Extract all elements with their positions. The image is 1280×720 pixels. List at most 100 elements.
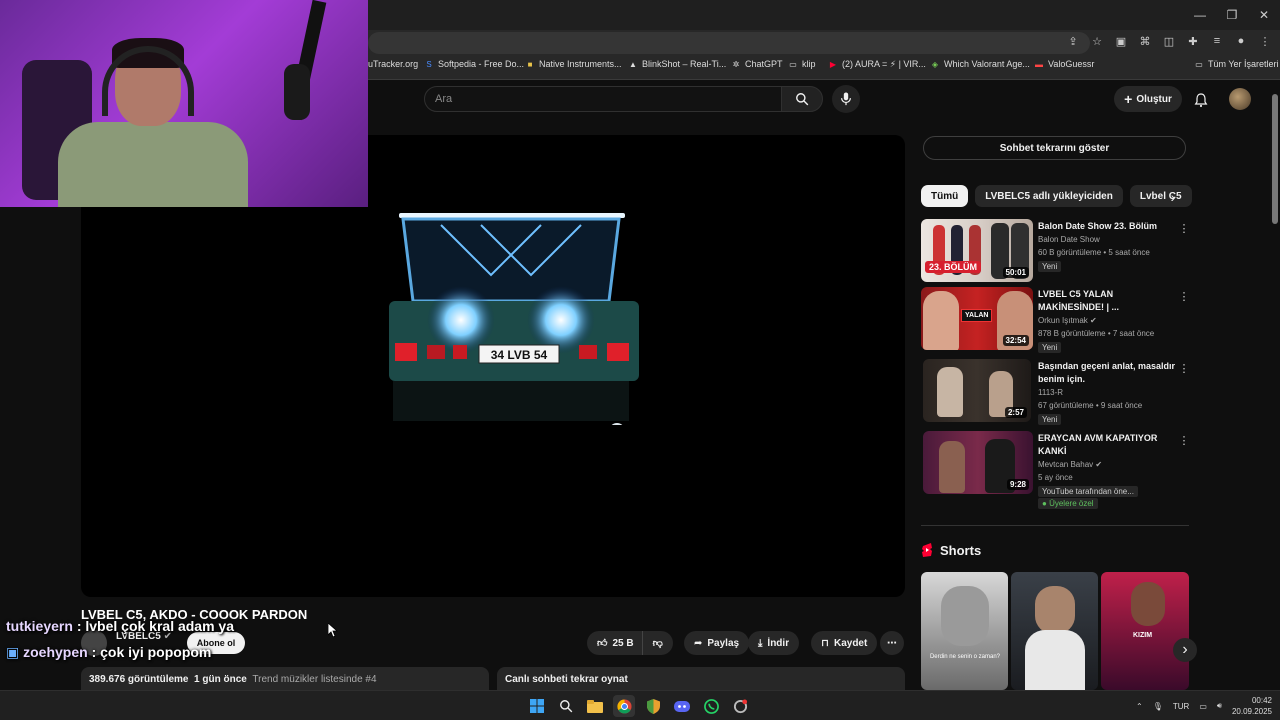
more-actions-button[interactable]: ⋯: [880, 631, 904, 655]
valorant-icon: ◈: [931, 59, 939, 69]
bookmark-item[interactable]: ▭ klip: [788, 59, 815, 69]
search-button[interactable]: [781, 86, 823, 112]
windows-start-icon[interactable]: [526, 695, 548, 717]
chip-all[interactable]: Tümü: [921, 185, 969, 207]
scrollbar-thumb[interactable]: [1272, 94, 1278, 224]
rec-channel[interactable]: Balon Date Show: [1038, 235, 1100, 244]
more-vertical-icon[interactable]: ⋮: [1179, 361, 1190, 375]
extension-badge-icon[interactable]: ◫: [1160, 32, 1178, 50]
bookmark-item[interactable]: ◈ Which Valorant Age...: [930, 59, 1030, 69]
rec-channel[interactable]: Orkun Işıtmak ✔: [1038, 316, 1097, 325]
install-icon[interactable]: ⇪: [1064, 32, 1082, 50]
windows-taskbar: ⌃ 🎙︎ TUR ▭ 🔊︎ 00:42 20.09.2025: [0, 690, 1280, 720]
new-badge: Yeni: [1038, 414, 1062, 425]
recommendation-item[interactable]: 2:57 Başından geçeni anlat, masaldır ben…: [921, 359, 1193, 425]
profile-icon[interactable]: ●: [1232, 32, 1250, 50]
more-vertical-icon[interactable]: ⋮: [1179, 289, 1190, 303]
chat-badge-icon: ▣: [6, 644, 20, 660]
save-button[interactable]: ⊓ Kaydet: [811, 631, 878, 655]
bookmark-item[interactable]: ▶ (2) AURA = ⚡ | VIR...: [828, 59, 926, 70]
mouse-cursor-icon: [328, 623, 338, 637]
search-icon[interactable]: [555, 695, 577, 717]
thumbs-up-icon: 👍︎: [597, 638, 608, 649]
more-vertical-icon[interactable]: ⋮: [1179, 221, 1190, 235]
like-dislike-group: 👍︎ 25 B 👎︎: [587, 631, 673, 655]
search-input[interactable]: Ara: [424, 86, 782, 112]
chip-uploader[interactable]: LVBELC5 adlı yükleyiciden: [975, 185, 1123, 207]
chrome-icon[interactable]: [613, 695, 635, 717]
video-thumbnail[interactable]: 23. BÖLÜM 50:01: [921, 219, 1033, 282]
chat-replay-panel[interactable]: Canlı sohbeti tekrar oynat: [497, 667, 905, 691]
folder-icon: ▭: [1195, 59, 1203, 69]
restore-icon[interactable]: ❐: [1216, 0, 1248, 30]
download-group: ⤓ İndir: [748, 631, 800, 655]
rec-title[interactable]: Balon Date Show 23. Bölüm: [1038, 220, 1176, 233]
rec-channel[interactable]: 1113-R: [1038, 388, 1063, 397]
like-button[interactable]: 👍︎ 25 B: [587, 631, 642, 655]
all-bookmarks[interactable]: ▭ Tüm Yer İşaretleri: [1194, 59, 1278, 69]
create-button[interactable]: + Oluştur: [1114, 86, 1182, 112]
filter-chips: Tümü LVBELC5 adlı yükleyiciden Lvbel C5: [921, 185, 1192, 207]
chevron-right-icon: ›: [1170, 189, 1176, 205]
settings-app-icon[interactable]: [729, 695, 751, 717]
rec-channel[interactable]: Mevtcan Bahav ✔: [1038, 460, 1102, 469]
video-thumbnail[interactable]: 2:57: [923, 359, 1031, 422]
bookmark-item[interactable]: ■ Native Instruments...: [525, 59, 622, 69]
puzzle-icon[interactable]: ✚: [1184, 32, 1202, 50]
bookmark-item[interactable]: S Softpedia - Free Do...: [424, 59, 524, 69]
extension-icon[interactable]: ▣: [1112, 32, 1130, 50]
bookmark-item[interactable]: ✲ ChatGPT: [731, 59, 783, 69]
recommendation-item[interactable]: 9:28 ERAYCAN AVM KAPATIYOR KANKİ Mevtcan…: [921, 431, 1193, 509]
network-icon[interactable]: ▭: [1199, 702, 1207, 711]
short-card[interactable]: Derdin ne senin o zaman?: [921, 572, 1008, 690]
bookmark-item[interactable]: ▬ ValoGuessr: [1034, 59, 1094, 69]
notifications-button[interactable]: [1190, 89, 1212, 111]
shorts-next-button[interactable]: ›: [1173, 638, 1197, 662]
bookmark-item[interactable]: uTracker.org: [368, 59, 418, 69]
short-card[interactable]: [1011, 572, 1098, 690]
volume-icon[interactable]: 🔊︎: [1217, 701, 1222, 711]
translate-icon[interactable]: ⌘: [1136, 32, 1154, 50]
thumbs-down-icon: 👎︎: [652, 638, 663, 649]
url-field[interactable]: [368, 32, 1090, 54]
discord-icon[interactable]: [671, 695, 693, 717]
voice-search-button[interactable]: [832, 85, 860, 113]
chevron-up-icon[interactable]: ⌃: [1136, 702, 1143, 711]
duration-badge: 32:54: [1002, 335, 1029, 346]
bookmark-item[interactable]: ▲ BlinkShot – Real-Ti...: [628, 59, 726, 69]
menu-icon[interactable]: ⋮: [1256, 32, 1274, 50]
share-button[interactable]: ➦ Paylaş: [684, 631, 750, 655]
account-avatar[interactable]: [1229, 88, 1251, 110]
recommendation-item[interactable]: 23. BÖLÜM 50:01 Balon Date Show 23. Bölü…: [921, 219, 1193, 283]
close-icon[interactable]: ✕: [1248, 0, 1280, 30]
description-box[interactable]: 389.676 görüntüleme 1 gün önce Trend müz…: [81, 667, 489, 691]
minimize-icon[interactable]: —: [1184, 0, 1216, 30]
microphone: [284, 64, 310, 120]
rec-title[interactable]: LVBEL C5 YALAN MAKİNESİNDE! | ...: [1038, 288, 1176, 314]
short-card[interactable]: KIZIM: [1101, 572, 1189, 690]
show-chat-replay-button[interactable]: Sohbet tekrarını göster: [923, 136, 1186, 160]
rec-title[interactable]: ERAYCAN AVM KAPATIYOR KANKİ: [1038, 432, 1176, 458]
shield-app-icon[interactable]: [642, 695, 664, 717]
file-explorer-icon[interactable]: [584, 695, 606, 717]
video-thumbnail[interactable]: YALAN 32:54: [921, 287, 1033, 350]
recommendation-item[interactable]: YALAN 32:54 LVBEL C5 YALAN MAKİNESİNDE! …: [921, 287, 1193, 353]
microphone-tray-icon[interactable]: 🎙︎: [1153, 702, 1163, 711]
bookmark-star-icon[interactable]: ☆: [1088, 32, 1106, 50]
short-person: [1035, 586, 1075, 634]
dislike-button[interactable]: 👎︎: [641, 631, 673, 655]
rec-title[interactable]: Başından geçeni anlat, masaldır benim iç…: [1038, 360, 1176, 386]
video-thumbnail[interactable]: 9:28: [923, 431, 1033, 494]
media-icon[interactable]: ≡: [1208, 32, 1226, 50]
share-group: ➦ Paylaş: [684, 631, 750, 655]
plus-icon: +: [1124, 91, 1133, 107]
language-indicator[interactable]: TUR: [1173, 702, 1189, 711]
page-scrollbar[interactable]: [1270, 80, 1280, 690]
chips-next-button[interactable]: ›: [1162, 186, 1184, 208]
duration-badge: 2:57: [1004, 407, 1027, 418]
download-button[interactable]: ⤓ İndir: [748, 631, 800, 655]
whatsapp-icon[interactable]: [700, 695, 722, 717]
clock[interactable]: 00:42 20.09.2025: [1232, 695, 1272, 717]
short-caption: KIZIM: [1133, 632, 1153, 639]
more-vertical-icon[interactable]: ⋮: [1179, 433, 1190, 447]
